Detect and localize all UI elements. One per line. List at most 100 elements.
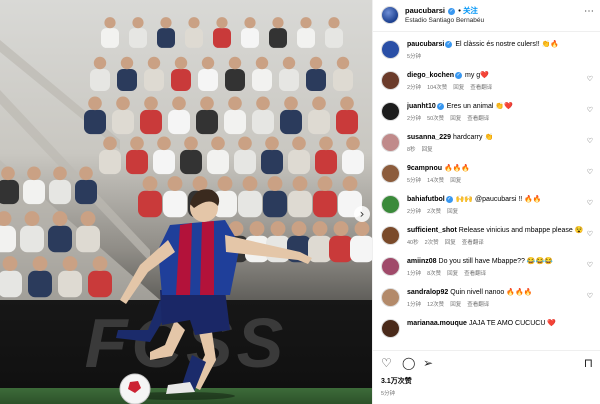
comment-row: susanna_229 hardcarry 👏 8秒 回复 ♡ — [373, 129, 600, 157]
commenter-avatar[interactable] — [381, 288, 400, 307]
reply-button[interactable]: 回复 — [422, 147, 433, 153]
comment-heart-icon[interactable]: ♡ — [587, 261, 593, 269]
reply-button[interactable]: 回复 — [445, 240, 456, 246]
heart-icon[interactable]: ♡ — [381, 357, 392, 369]
bookmark-icon[interactable]: ⊓ — [584, 357, 593, 369]
comment-time: 2分钟 — [407, 85, 422, 91]
commenter-username[interactable]: juanht10 — [407, 103, 436, 110]
comment-text: 🔥🔥🔥 — [443, 165, 471, 172]
more-icon[interactable]: ⋯ — [584, 6, 595, 17]
comment-text-line: susanna_229 hardcarry 👏 — [407, 133, 583, 141]
commenter-username[interactable]: sandralop92 — [407, 289, 448, 296]
verified-badge-icon: ✓ — [455, 71, 463, 79]
comment-heart-icon[interactable]: ♡ — [587, 137, 593, 145]
comment-time: 5分钟 — [407, 178, 422, 184]
commenter-username[interactable]: susanna_229 — [407, 134, 451, 141]
comment-meta: 2分钟 2次赞 回复 — [407, 207, 464, 215]
see-translation-button[interactable]: 查看翻译 — [467, 302, 489, 308]
commenter-avatar[interactable] — [381, 257, 400, 276]
comment-text: Eres un animal 👏❤️ — [446, 103, 513, 110]
comment-row: sufficient_shot Release vinicius and mba… — [373, 222, 600, 250]
reply-button[interactable]: 回复 — [453, 85, 464, 91]
commenter-username[interactable]: sufficient_shot — [407, 227, 457, 234]
player-figure — [116, 189, 312, 404]
comment-text: my g❤️ — [465, 72, 489, 79]
commenter-username[interactable]: diego_kochen — [407, 72, 454, 79]
comment-text: El clàssic és nostre culers!! 👏🔥 — [455, 41, 560, 48]
comment-time: 8秒 — [407, 147, 416, 153]
separator-dot: • — [458, 6, 461, 15]
commenter-username[interactable]: bahiafutbol — [407, 196, 445, 203]
comment-like-count[interactable]: 14次赞 — [427, 178, 444, 184]
comment-heart-icon[interactable]: ♡ — [587, 75, 593, 83]
comment-text: JAJA TE AMO CUCUCU ❤️ — [468, 320, 557, 327]
see-translation-button[interactable]: 查看翻译 — [470, 85, 492, 91]
comment-like-count[interactable]: 50次赞 — [427, 116, 444, 122]
author-line: paucubarsi ✓ • 关注 — [405, 5, 478, 16]
comment-text-line: sandralop92 Quin nivell nanoo 🔥🔥🔥 — [407, 288, 583, 296]
commenter-username[interactable]: amiinz08 — [407, 258, 437, 265]
share-icon[interactable]: ➢ — [423, 357, 433, 369]
comment-heart-icon[interactable]: ♡ — [587, 106, 593, 114]
comment-row: diego_kochen ✓ my g❤️ 2分钟 104次赞 回复 查看翻译 ♡ — [373, 67, 600, 95]
author-username[interactable]: paucubarsi — [405, 6, 445, 15]
post-location[interactable]: Estadio Santiago Bernabéu — [405, 17, 484, 24]
reply-button[interactable]: 回复 — [450, 116, 461, 122]
comment-row: juanht10 ✓ Eres un animal 👏❤️ 2分钟 50次赞 回复 查看翻… — [373, 98, 600, 126]
reply-button[interactable]: 回复 — [450, 178, 461, 184]
comment-meta: 40秒 2次赞 回复 查看翻译 — [407, 238, 490, 246]
comment-meta: 2分钟 50次赞 回复 查看翻译 — [407, 114, 495, 122]
comment-text: Quin nivell nanoo 🔥🔥🔥 — [450, 289, 533, 296]
comment-text-line: bahiafutbol ✓ 🙌🙌 @paucubarsi !! 🔥🔥 — [407, 195, 583, 203]
commenter-avatar[interactable] — [381, 71, 400, 90]
commenter-username[interactable]: paucubarsi — [407, 41, 444, 48]
commenter-avatar[interactable] — [381, 102, 400, 121]
commenter-avatar[interactable] — [381, 319, 400, 338]
reply-button[interactable]: 回复 — [450, 302, 461, 308]
comment-like-count[interactable]: 104次赞 — [427, 85, 447, 91]
verified-badge-icon: ✓ — [445, 195, 453, 203]
next-photo-chevron-right-icon[interactable]: › — [354, 206, 370, 222]
comment-heart-icon[interactable]: ♡ — [587, 292, 593, 300]
comment-heart-icon[interactable]: ♡ — [587, 230, 593, 238]
comment-time: 40秒 — [407, 240, 419, 246]
comment-meta: 5分钟 — [407, 52, 427, 60]
comment-like-count[interactable]: 8次赞 — [427, 271, 441, 277]
comment-text-line: 9campnou 🔥🔥🔥 — [407, 164, 583, 172]
author-avatar[interactable] — [381, 6, 399, 24]
follow-button[interactable]: 关注 — [463, 6, 478, 15]
reply-button[interactable]: 回复 — [447, 271, 458, 277]
comment-text: Release vinicius and mbappe please 😵😵 — [458, 227, 583, 234]
comment-time: 2分钟 — [407, 116, 422, 122]
commenter-avatar[interactable] — [381, 133, 400, 152]
comment-text: hardcarry 👏 — [452, 134, 494, 141]
post-photo[interactable]: FCSS › — [0, 0, 372, 404]
comment-heart-icon[interactable]: ♡ — [587, 199, 593, 207]
comment-heart-icon[interactable]: ♡ — [587, 168, 593, 176]
comment-meta: 2分钟 104次赞 回复 查看翻译 — [407, 83, 498, 91]
comment-like-count[interactable]: 2次赞 — [425, 240, 439, 246]
commenter-avatar[interactable] — [381, 40, 400, 59]
see-translation-button[interactable]: 查看翻译 — [462, 240, 484, 246]
comment-row: sandralop92 Quin nivell nanoo 🔥🔥🔥 1分钟 12次赞… — [373, 284, 600, 312]
commenter-avatar[interactable] — [381, 164, 400, 183]
like-count[interactable]: 3.1万次赞 — [381, 376, 412, 386]
reply-button[interactable]: 回复 — [447, 209, 458, 215]
comment-time: 2分钟 — [407, 209, 422, 215]
comment-text-line: diego_kochen ✓ my g❤️ — [407, 71, 583, 79]
comment-text-line: amiinz08 Do you still have Mbappe?? 😂😂😂 — [407, 257, 583, 265]
commenter-username[interactable]: 9campnou — [407, 165, 442, 172]
commenter-username[interactable]: marianaa.mouque — [407, 320, 467, 327]
comment-like-count[interactable]: 12次赞 — [427, 302, 444, 308]
comment-meta: 5分钟 14次赞 回复 — [407, 176, 467, 184]
commenter-avatar[interactable] — [381, 195, 400, 214]
post-detail-panel: paucubarsi ✓ • 关注 Estadio Santiago Berna… — [372, 0, 600, 404]
see-translation-button[interactable]: 查看翻译 — [467, 116, 489, 122]
action-bar: ♡ ◯ ➢ ⊓ — [373, 350, 600, 372]
see-translation-button[interactable]: 查看翻译 — [464, 271, 486, 277]
comment-row: bahiafutbol ✓ 🙌🙌 @paucubarsi !! 🔥🔥 2分钟 2次赞回… — [373, 191, 600, 219]
commenter-avatar[interactable] — [381, 226, 400, 245]
comment-meta: 1分钟 12次赞 回复 查看翻译 — [407, 300, 495, 308]
comment-icon[interactable]: ◯ — [402, 357, 415, 369]
comment-like-count[interactable]: 2次赞 — [427, 209, 441, 215]
